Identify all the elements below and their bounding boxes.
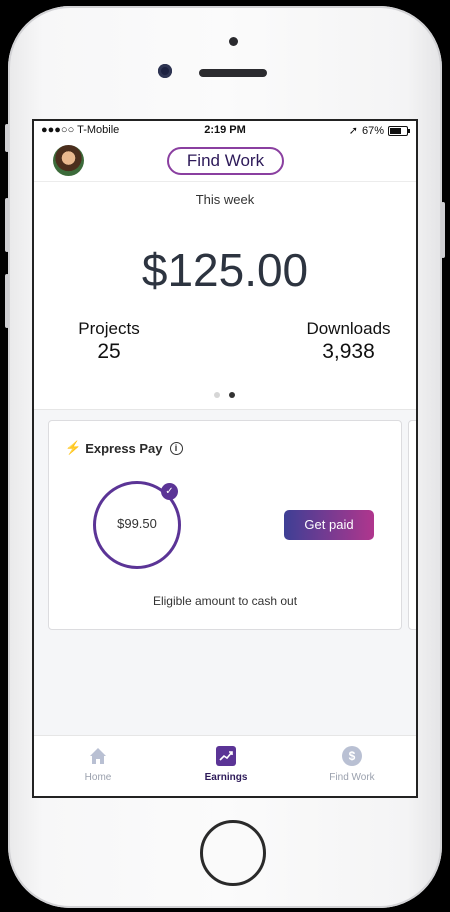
tab-home-label: Home: [84, 772, 112, 783]
page-dot-active[interactable]: [229, 392, 235, 398]
next-card-peek[interactable]: [408, 420, 416, 630]
eligible-caption: Eligible amount to cash out: [152, 594, 298, 608]
express-pay-title: Express Pay: [85, 440, 163, 456]
page-indicator[interactable]: [214, 392, 235, 398]
battery-icon: [388, 125, 410, 136]
checkmark-icon: ✓: [161, 483, 178, 500]
tab-find-work[interactable]: $ Find Work: [302, 746, 402, 783]
tab-earnings[interactable]: Earnings: [176, 746, 276, 783]
cash-out-amount: $99.50: [117, 516, 157, 531]
downloads-label: Downloads: [306, 319, 391, 338]
proximity-sensor: [229, 37, 238, 46]
earpiece-speaker: [199, 69, 267, 77]
mute-switch: [5, 124, 9, 152]
status-right: ➚ 67%: [348, 124, 410, 137]
info-icon[interactable]: i: [169, 441, 183, 455]
volume-up-button: [5, 198, 9, 252]
get-paid-button[interactable]: Get paid: [284, 510, 374, 540]
battery-percent: 67%: [361, 124, 384, 137]
express-pay-card: ⚡ Express Pay i $99.50 ✓ Get paid Eligib…: [48, 420, 402, 630]
avatar[interactable]: [53, 145, 84, 176]
express-pay-header: ⚡ Express Pay i: [65, 440, 183, 456]
projects-label: Projects: [78, 319, 140, 338]
projects-stat: Projects 25: [64, 319, 154, 364]
weekly-earnings-amount: $125.00: [141, 244, 309, 296]
power-button: [441, 202, 445, 258]
trending-up-icon: [216, 746, 236, 766]
tab-home[interactable]: Home: [48, 746, 148, 783]
dollar-icon: $: [342, 746, 362, 766]
front-camera: [158, 64, 172, 78]
find-work-button[interactable]: Find Work: [167, 147, 284, 175]
downloads-stat: Downloads 3,938: [296, 319, 401, 364]
location-arrow-icon: ➚: [348, 125, 358, 137]
volume-down-button: [5, 274, 9, 328]
app-screen: ●●●○○ T-Mobile 2:19 PM ➚ 67% Find Work T…: [32, 119, 418, 798]
downloads-value: 3,938: [322, 340, 375, 363]
page-dot[interactable]: [214, 392, 220, 398]
top-nav: Find Work: [34, 139, 416, 182]
home-button[interactable]: [200, 820, 266, 886]
projects-value: 25: [97, 340, 121, 363]
lightning-icon: ⚡: [65, 440, 82, 455]
home-icon: [88, 746, 108, 766]
tab-find-work-label: Find Work: [329, 772, 375, 783]
period-label: This week: [195, 192, 255, 207]
tab-bar: Home Earnings $ Find Work: [34, 735, 416, 796]
tab-earnings-label: Earnings: [204, 772, 248, 783]
status-bar: ●●●○○ T-Mobile 2:19 PM ➚ 67%: [34, 121, 416, 139]
